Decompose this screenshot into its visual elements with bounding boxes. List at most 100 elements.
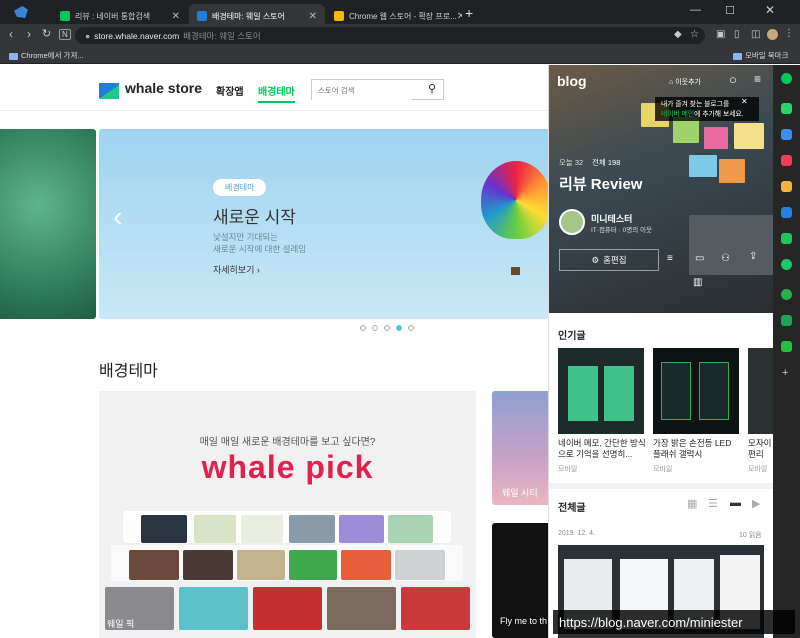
list-view-icon[interactable]: ☰ bbox=[708, 497, 718, 510]
people-icon[interactable]: ⚇ bbox=[721, 253, 730, 264]
theme-thumb[interactable] bbox=[194, 515, 236, 543]
menu-icon[interactable]: ≡ bbox=[754, 72, 761, 86]
carousel-dot[interactable] bbox=[360, 325, 366, 331]
bookmark-folder-imported[interactable]: Chrome에서 가져... bbox=[9, 50, 84, 61]
nav-extensions[interactable]: 확장앱 bbox=[216, 83, 244, 98]
shield-icon[interactable]: ◆ bbox=[674, 29, 682, 40]
stats-icon[interactable]: ▥ bbox=[693, 277, 702, 288]
sidebar-toggle-icon[interactable]: ◫ bbox=[751, 29, 760, 40]
card-title: Fly me to th bbox=[500, 616, 548, 626]
theme-thumb[interactable] bbox=[401, 587, 470, 630]
search-input[interactable] bbox=[312, 81, 412, 100]
card-view-icon[interactable]: ▬ bbox=[730, 497, 741, 509]
hero-title: 새로운 시작 bbox=[213, 208, 296, 227]
carousel-dot[interactable] bbox=[384, 325, 390, 331]
hero-more-link[interactable]: 자세히보기 › bbox=[213, 263, 260, 276]
share-icon[interactable]: ⇪ bbox=[749, 251, 757, 262]
post-date: 2019. 12. 4. bbox=[558, 530, 595, 537]
post-category: 모바일 bbox=[748, 466, 768, 473]
capture-icon[interactable]: ▣ bbox=[716, 29, 725, 40]
tab-label: 배경테마: 웨일 스토어 bbox=[212, 11, 285, 21]
prev-banner-image[interactable] bbox=[0, 129, 96, 319]
close-icon[interactable]: ✕ bbox=[309, 11, 317, 22]
add-neighbor-button[interactable]: ⌂ 이웃추가 bbox=[669, 77, 701, 87]
sidebar-star-icon[interactable] bbox=[781, 181, 792, 192]
theme-thumb[interactable] bbox=[129, 550, 179, 580]
naver-home-icon[interactable]: N bbox=[59, 29, 71, 40]
minimize-button[interactable]: — bbox=[690, 4, 701, 16]
pick-title: whale pick bbox=[201, 449, 374, 485]
blog-logo[interactable]: blog bbox=[557, 73, 587, 89]
search-icon[interactable]: ⚲ bbox=[428, 82, 436, 95]
post-thumb bbox=[748, 348, 773, 434]
store-search[interactable]: ⚲ bbox=[311, 79, 444, 100]
tooltip-text: 내가 즐겨 찾는 블로그를 bbox=[661, 101, 730, 108]
store-brand[interactable]: whale store bbox=[125, 80, 202, 96]
nav-themes[interactable]: 배경테마 bbox=[258, 83, 295, 103]
sidebar-add-icon[interactable]: + bbox=[782, 367, 788, 379]
theme-thumb[interactable] bbox=[289, 515, 335, 543]
theme-thumb[interactable] bbox=[388, 515, 433, 543]
avatar[interactable] bbox=[559, 209, 585, 235]
close-icon[interactable]: ✕ bbox=[172, 11, 180, 22]
tab-label: Chrome 웹 스토어 - 확장 프로... bbox=[349, 11, 457, 21]
back-icon[interactable]: ‹ bbox=[9, 27, 13, 41]
prev-arrow-icon[interactable]: ‹ bbox=[113, 201, 122, 233]
chat-icon[interactable]: ▭ bbox=[695, 253, 704, 264]
maximize-button[interactable]: ☐ bbox=[725, 4, 735, 17]
close-icon[interactable]: ✕ bbox=[457, 11, 462, 22]
theme-thumb[interactable] bbox=[253, 587, 322, 630]
sidebar-music-icon[interactable] bbox=[781, 259, 792, 270]
theme-thumb[interactable] bbox=[141, 515, 187, 543]
list-icon[interactable]: ≡ bbox=[667, 253, 673, 264]
sidebar-line-icon[interactable] bbox=[781, 341, 792, 352]
theme-card-fly-me[interactable]: Fly me to th bbox=[492, 523, 552, 638]
sidebar-translate-icon[interactable] bbox=[781, 207, 792, 218]
post-thumb-screen bbox=[604, 366, 634, 421]
grid-view-icon[interactable]: ▦ bbox=[687, 497, 697, 510]
theme-thumb[interactable] bbox=[237, 550, 285, 580]
sidebar-talk-icon[interactable] bbox=[781, 103, 792, 114]
sidebar-memo-icon[interactable] bbox=[781, 233, 792, 244]
bookmarks-bar: Chrome에서 가져... 모바일 북마크 bbox=[0, 46, 800, 64]
address-bar[interactable]: ● store.whale.naver.com 배경테마: 웨일 스토어 bbox=[75, 27, 705, 44]
bookmark-label: 모바일 북마크 bbox=[745, 51, 789, 60]
close-window-button[interactable]: ✕ bbox=[765, 3, 775, 17]
carousel-dot[interactable] bbox=[408, 325, 414, 331]
reader-icon[interactable]: ▯ bbox=[734, 29, 740, 40]
avatar[interactable] bbox=[767, 29, 778, 40]
theme-thumb[interactable] bbox=[341, 550, 391, 580]
edit-home-button[interactable]: ⚙ 홈편집 bbox=[559, 249, 659, 271]
sidebar-pocket-icon[interactable] bbox=[781, 155, 792, 166]
reload-icon[interactable]: ↻ bbox=[42, 27, 51, 40]
theme-card-whale-city[interactable]: 웨일 시티 bbox=[492, 391, 552, 505]
bookmark-folder-mobile[interactable]: 모바일 북마크 bbox=[733, 50, 788, 61]
theme-thumb[interactable] bbox=[241, 515, 283, 543]
sidebar-mail-icon[interactable] bbox=[781, 129, 792, 140]
stats-total: 전체 198 bbox=[592, 158, 621, 167]
theme-thumb[interactable] bbox=[179, 587, 248, 630]
close-icon[interactable]: ✕ bbox=[741, 97, 748, 106]
new-tab-button[interactable]: + bbox=[465, 5, 473, 21]
forward-icon[interactable]: › bbox=[27, 27, 31, 41]
carousel-dot-active[interactable] bbox=[396, 325, 402, 331]
star-icon[interactable]: ☆ bbox=[690, 29, 699, 40]
whale-pick-card[interactable]: 매일 매일 새로운 배경테마를 보고 싶다면? whale pick 웨일 픽 bbox=[99, 391, 476, 638]
video-view-icon[interactable]: ▶ bbox=[752, 497, 760, 510]
card-title: 웨일 시티 bbox=[502, 488, 538, 498]
theme-thumb[interactable] bbox=[289, 550, 337, 580]
sidebar-cafe-icon[interactable] bbox=[781, 289, 792, 300]
search-icon[interactable]: ○ bbox=[729, 72, 737, 87]
theme-thumb[interactable] bbox=[339, 515, 384, 543]
hero-banner[interactable]: 배경테마 새로운 시작 낯설지만 기대되는 새로운 시작에 대한 설레임 자세히… bbox=[99, 129, 551, 319]
theme-thumb[interactable] bbox=[183, 550, 233, 580]
sidebar-blog-icon[interactable] bbox=[781, 73, 792, 84]
tooltip-link[interactable]: 네이버 메인 bbox=[661, 111, 694, 118]
theme-thumb[interactable] bbox=[327, 587, 396, 630]
sidebar-dict-icon[interactable] bbox=[781, 315, 792, 326]
menu-icon[interactable]: ⋮ bbox=[784, 28, 794, 39]
stats-today: 오늘 32 bbox=[559, 158, 584, 167]
section-title: 배경테마 bbox=[99, 363, 158, 380]
theme-thumb[interactable] bbox=[395, 550, 445, 580]
carousel-dot[interactable] bbox=[372, 325, 378, 331]
